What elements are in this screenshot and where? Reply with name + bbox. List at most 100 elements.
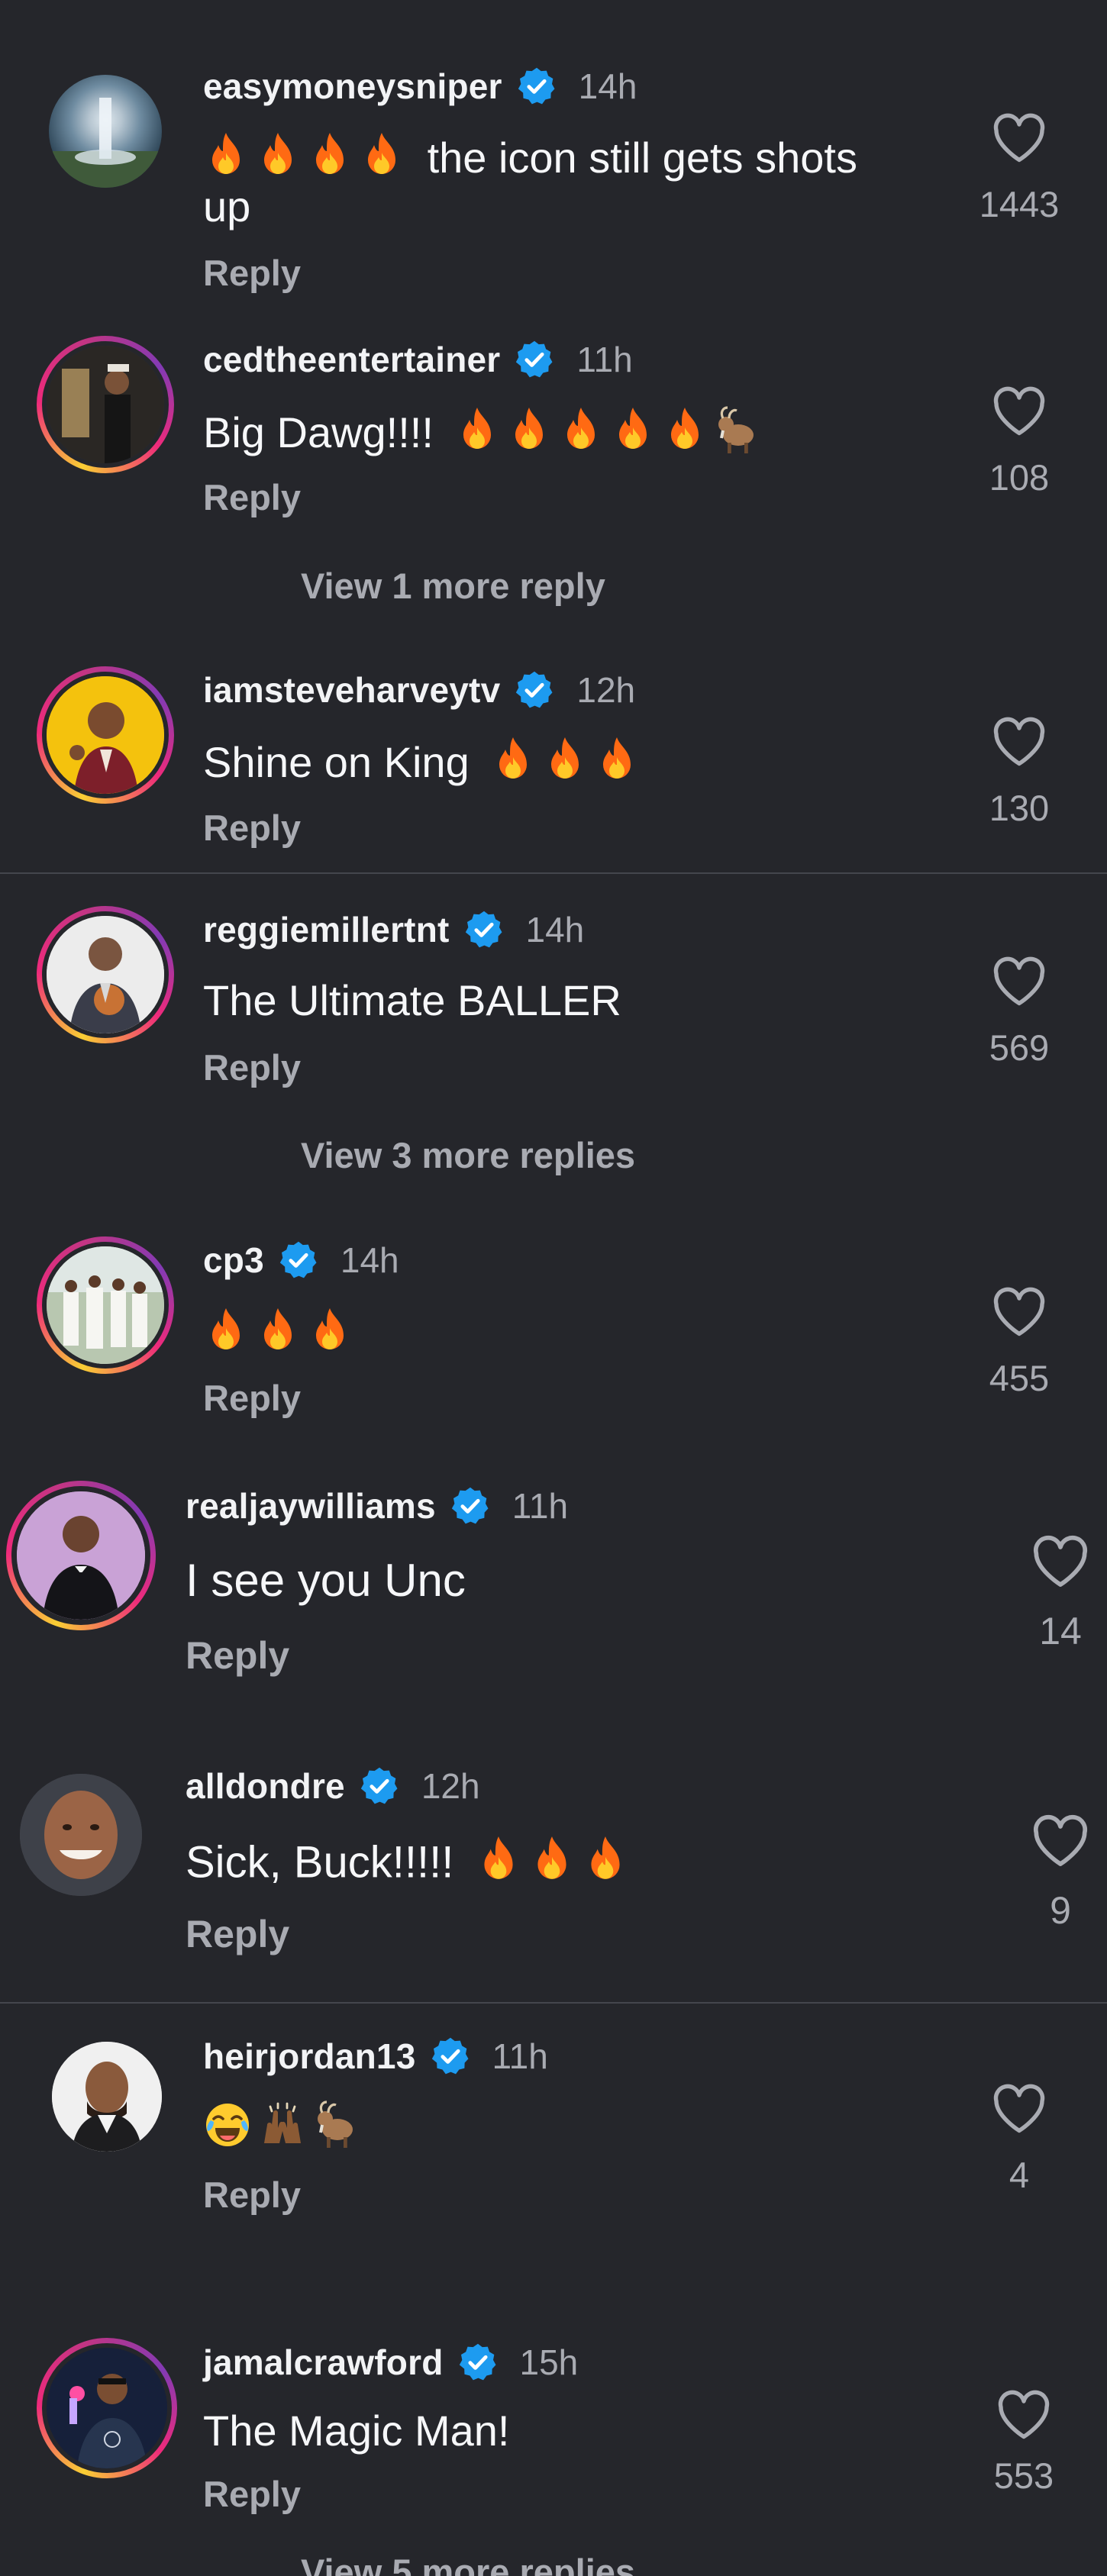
username[interactable]: heirjordan13 (203, 2036, 416, 2077)
avatar[interactable] (52, 2042, 162, 2152)
verified-badge-icon (279, 1241, 317, 1278)
verified-badge-icon (459, 2343, 495, 2381)
verified-badge-icon (360, 1767, 398, 1804)
raised-hands-emoji (258, 2100, 307, 2160)
timestamp: 11h (512, 1486, 569, 1526)
reply-button[interactable]: Reply (203, 807, 301, 849)
fire-emoji (454, 406, 500, 466)
username[interactable]: iamsteveharveytv (203, 669, 500, 711)
reply-button[interactable]: Reply (203, 2174, 301, 2216)
fire-emoji (558, 406, 604, 466)
avatar[interactable] (37, 1236, 174, 1374)
timestamp: 14h (578, 66, 637, 106)
joy-emoji (203, 2100, 252, 2160)
heart-icon[interactable] (992, 2084, 1047, 2134)
reply-button[interactable]: Reply (186, 1912, 289, 1956)
username[interactable]: cedtheentertainer (203, 339, 500, 380)
comment-text: The Magic Man! (203, 2407, 510, 2455)
username[interactable]: realjaywilliams (186, 1485, 436, 1527)
avatar-image (49, 98, 162, 188)
like-count: 130 (989, 788, 1050, 828)
avatar[interactable] (37, 666, 174, 804)
verified-badge-icon (465, 911, 502, 948)
fire-emoji (203, 1307, 249, 1366)
view-more-replies-button[interactable]: View 5 more replies (301, 2551, 635, 2576)
timestamp: 11h (576, 340, 633, 379)
comment-text: I see you Unc (186, 1555, 466, 1606)
fire-emoji (506, 406, 552, 466)
avatar-image (20, 1774, 142, 1896)
avatar-image (47, 2348, 167, 2468)
fire-emoji (475, 1835, 522, 1896)
fire-emoji (255, 1307, 301, 1366)
timestamp: 11h (492, 2036, 548, 2076)
fire-emoji (307, 131, 353, 191)
username[interactable]: alldondre (186, 1765, 345, 1807)
timestamp: 12h (576, 670, 636, 710)
view-more-replies-button[interactable]: View 3 more replies (301, 1134, 635, 1176)
comments-feed: easymoneysniper 14h the icon still gets … (0, 0, 1107, 2576)
comment-text: Sick, Buck!!!!! (186, 1835, 629, 1896)
avatar[interactable] (37, 906, 174, 1043)
reply-button[interactable]: Reply (203, 252, 301, 294)
avatar-image (47, 1246, 164, 1364)
avatar[interactable] (6, 1481, 156, 1630)
verified-badge-icon (516, 671, 553, 708)
avatar-image (17, 1491, 145, 1620)
heart-icon[interactable] (992, 717, 1047, 767)
timestamp: 12h (421, 1766, 480, 1806)
comment-text: Big Dawg!!!! (203, 406, 760, 466)
fire-emoji (542, 736, 588, 795)
fire-emoji (610, 406, 656, 466)
goat-emoji (313, 2100, 359, 2160)
like-count: 553 (993, 2455, 1054, 2496)
reply-button[interactable]: Reply (203, 1377, 301, 1419)
like-count: 4 (1009, 2155, 1030, 2195)
verified-badge-icon (516, 340, 553, 378)
comment-text-content: Shine on King (203, 737, 470, 786)
divider (0, 872, 1107, 874)
goat-emoji (714, 406, 760, 466)
avatar[interactable] (37, 2338, 177, 2478)
avatar-image (47, 916, 164, 1033)
comment-text: The Ultimate BALLER (203, 976, 621, 1024)
reply-button[interactable]: Reply (186, 1633, 289, 1678)
verified-badge-icon (431, 2037, 468, 2075)
heart-icon[interactable] (1031, 1814, 1089, 1868)
comment-text-line1: the icon still gets shots (427, 133, 857, 182)
view-more-replies-button[interactable]: View 1 more reply (301, 565, 605, 607)
like-count: 569 (989, 1027, 1050, 1068)
reply-button[interactable]: Reply (203, 1046, 301, 1088)
reply-button[interactable]: Reply (203, 476, 301, 518)
username[interactable]: reggiemillertnt (203, 909, 450, 950)
avatar[interactable] (37, 336, 174, 473)
heart-icon[interactable] (992, 113, 1047, 163)
comment-text-content: Big Dawg!!!! (203, 408, 434, 456)
heart-icon[interactable] (992, 1287, 1047, 1337)
heart-icon[interactable] (996, 2390, 1051, 2440)
verified-badge-icon (451, 1487, 489, 1524)
avatar[interactable] (20, 1774, 142, 1896)
fire-emoji (359, 131, 405, 191)
fire-emoji (594, 736, 640, 795)
like-count: 455 (989, 1358, 1050, 1398)
comment-text (203, 2100, 359, 2160)
fire-emoji (490, 736, 536, 795)
avatar-image (47, 676, 164, 794)
heart-icon[interactable] (992, 956, 1047, 1007)
comment-text: Shine on King (203, 736, 640, 795)
fire-emoji (582, 1835, 629, 1896)
username[interactable]: jamalcrawford (203, 2342, 444, 2383)
heart-icon[interactable] (1031, 1535, 1089, 1588)
comment-text-content: Sick, Buck!!!!! (186, 1837, 454, 1888)
divider (0, 2002, 1107, 2004)
username[interactable]: easymoneysniper (203, 66, 502, 107)
like-count: 9 (1050, 1889, 1071, 1932)
username[interactable]: cp3 (203, 1240, 264, 1281)
like-count: 108 (989, 457, 1050, 498)
comment-text (203, 1307, 353, 1366)
like-count: 14 (1039, 1610, 1082, 1652)
heart-icon[interactable] (992, 386, 1047, 437)
avatar[interactable] (49, 75, 162, 188)
reply-button[interactable]: Reply (203, 2473, 301, 2515)
